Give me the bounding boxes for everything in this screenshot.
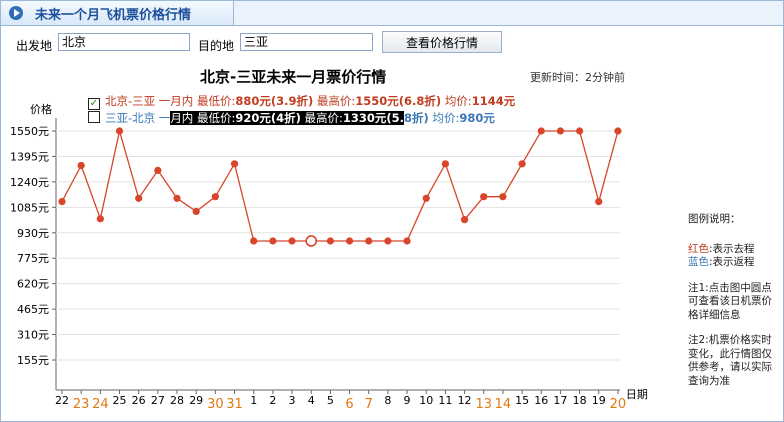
y-tick-label: 620元	[17, 278, 49, 291]
price-point[interactable]	[365, 237, 373, 245]
price-point[interactable]	[441, 160, 449, 168]
x-tick-label: 4	[308, 394, 315, 407]
y-tick-label: 465元	[17, 303, 49, 316]
x-tick-label: 27	[151, 394, 165, 407]
x-tick-label: 5	[327, 394, 334, 407]
price-point[interactable]	[211, 193, 219, 201]
note-1: 注1:点击图中圆点可查看该日机票价格详细信息	[688, 281, 772, 321]
price-point[interactable]	[384, 237, 392, 245]
x-tick-label: 6	[345, 397, 353, 412]
x-tick-label: 23	[73, 397, 90, 412]
price-line-chart: 1550元 1395元 1240元 1085元 930元 775元 620元 465元 310元…	[10, 118, 648, 412]
x-tick-label: 31	[226, 397, 243, 412]
price-point[interactable]	[326, 237, 334, 245]
price-point[interactable]	[288, 237, 296, 245]
y-tick-label: 1085元	[10, 201, 49, 214]
price-point[interactable]	[96, 215, 104, 223]
x-tick-label: 25	[113, 394, 127, 407]
price-point[interactable]	[537, 127, 545, 135]
x-tick-label: 14	[495, 397, 512, 412]
y-tick-label: 1395元	[10, 150, 49, 163]
x-tick-label: 28	[170, 394, 184, 407]
legend-explanation: 图例说明： 红色:表示去程 蓝色:表示返程 注1:点击图中圆点可查看该日机票价格…	[688, 213, 780, 388]
x-tick-label: 12	[458, 394, 472, 407]
selected-price-point[interactable]	[305, 235, 318, 247]
price-point[interactable]	[345, 237, 354, 245]
blue-word: 蓝色	[688, 256, 709, 268]
x-tick-label: 7	[365, 397, 373, 412]
price-point[interactable]	[173, 194, 181, 202]
x-tick-label: 15	[515, 394, 529, 407]
price-point[interactable]	[422, 194, 430, 202]
x-tick-label: 13	[475, 397, 492, 412]
y-tick-label: 310元	[17, 329, 49, 342]
price-point[interactable]	[499, 193, 507, 201]
x-tick-label: 9	[404, 394, 411, 407]
x-tick-label: 16	[534, 394, 548, 407]
x-tick-label: 11	[438, 394, 452, 407]
price-point[interactable]	[154, 166, 162, 174]
price-point[interactable]	[230, 160, 239, 168]
y-tick-label: 155元	[17, 354, 49, 367]
price-point[interactable]	[77, 161, 85, 170]
price-point[interactable]	[115, 127, 124, 135]
x-tick-label: 3	[289, 394, 296, 407]
x-tick-label: 22	[55, 394, 69, 407]
red-meaning: :表示去程	[709, 242, 755, 255]
series-line	[61, 130, 619, 242]
x-tick-label: 26	[132, 394, 146, 407]
price-point[interactable]	[403, 237, 411, 245]
price-point[interactable]	[518, 160, 526, 168]
x-tick-label: 10	[419, 394, 433, 407]
price-point[interactable]	[556, 127, 565, 135]
y-tick-label: 1240元	[10, 176, 49, 189]
x-tick-label: 1	[250, 394, 257, 407]
x-tick-label: 2	[269, 394, 276, 407]
y-tick-label: 1550元	[10, 125, 49, 138]
price-point[interactable]	[135, 194, 143, 202]
x-tick-label: 20	[610, 397, 627, 412]
blue-meaning: :表示返程	[709, 256, 755, 268]
price-point[interactable]	[595, 197, 603, 206]
y-tick-label: 930元	[17, 227, 49, 240]
price-point[interactable]	[192, 207, 200, 216]
price-point[interactable]	[460, 216, 469, 224]
x-tick-label: 17	[553, 394, 567, 407]
x-tick-label: 24	[92, 397, 109, 412]
price-point[interactable]	[614, 127, 622, 135]
price-point[interactable]	[480, 193, 488, 201]
x-axis-title: 日期	[626, 388, 648, 401]
x-tick-label: 8	[384, 394, 391, 407]
note-2: 注2:机票价格实时变化，此行情图仅供参考，请以实际查询为准	[688, 334, 772, 387]
x-tick-label: 18	[573, 394, 587, 407]
price-point[interactable]	[269, 237, 277, 245]
x-tick-label: 29	[189, 394, 203, 407]
legend-explanation-title: 图例说明：	[688, 213, 741, 225]
price-point[interactable]	[575, 127, 584, 135]
y-tick-label: 775元	[17, 252, 49, 265]
price-point[interactable]	[58, 197, 66, 206]
price-point[interactable]	[250, 237, 258, 245]
x-tick-label: 19	[592, 394, 606, 407]
red-word: 红色	[688, 242, 709, 255]
x-tick-label: 30	[207, 397, 224, 412]
